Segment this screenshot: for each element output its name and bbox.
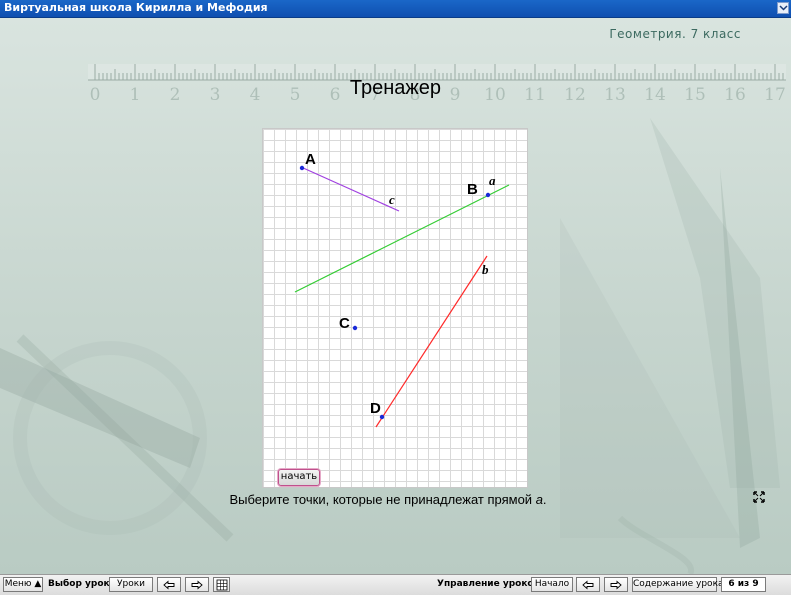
line-c [300,166,400,212]
grid-view-button[interactable] [213,577,230,592]
line-b [375,255,488,428]
next-lesson-button[interactable] [185,577,209,592]
line-a-label: a [489,173,496,188]
arrow-left-icon [582,580,594,589]
lesson-toolbar: Меню ▲ Выбор урока: Уроки Управление уро… [0,574,791,595]
arrow-right-icon [610,580,622,589]
line-a [294,184,510,293]
point-c-label: C [339,315,350,332]
point-a-label: A [305,151,316,168]
instruction-end: . [542,492,547,507]
arrow-left-icon [163,580,175,589]
line-b-label: b [482,262,489,277]
trainer-panel: A B C D c a b начать [262,128,528,488]
point-b[interactable] [485,192,491,198]
chevron-down-icon [779,5,788,11]
next-page-button[interactable] [604,577,628,592]
start-button[interactable]: начать [278,469,320,486]
window-menu-button[interactable] [777,2,789,14]
line-c-label: c [389,192,395,207]
page-title: Тренажер [349,77,442,99]
subject-title: Геометрия. 7 класс [609,27,741,41]
instruction-text: Выберите точки, которые не принадлежат п… [229,492,536,507]
fullscreen-icon[interactable] [753,491,765,503]
lesson-contents-button[interactable]: Содержание урока [632,577,724,592]
point-d-label: D [370,400,381,417]
page-counter: 6 из 9 [721,577,766,592]
task-instruction: Выберите точки, которые не принадлежат п… [0,492,776,507]
instruction-line-name: a [535,492,543,507]
menu-button[interactable]: Меню ▲ [3,577,43,592]
point-c[interactable] [352,325,358,331]
point-a[interactable] [299,165,305,171]
window-title-bar: Виртуальная школа Кирилла и Мефодия [0,0,791,18]
lessons-button[interactable]: Уроки [109,577,153,592]
lesson-control-label: Управление уроком: [437,579,545,589]
arrow-right-icon [191,580,203,589]
point-b-label: B [467,181,478,198]
prev-lesson-button[interactable] [157,577,181,592]
geometry-drawing: A B C D c a b [294,151,510,428]
lesson-start-button[interactable]: Начало [531,577,573,592]
lesson-content: 0123456789101112131415161718 Геометрия. … [0,18,791,574]
window-title: Виртуальная школа Кирилла и Мефодия [4,1,268,14]
prev-page-button[interactable] [576,577,600,592]
grid-icon [216,579,227,590]
